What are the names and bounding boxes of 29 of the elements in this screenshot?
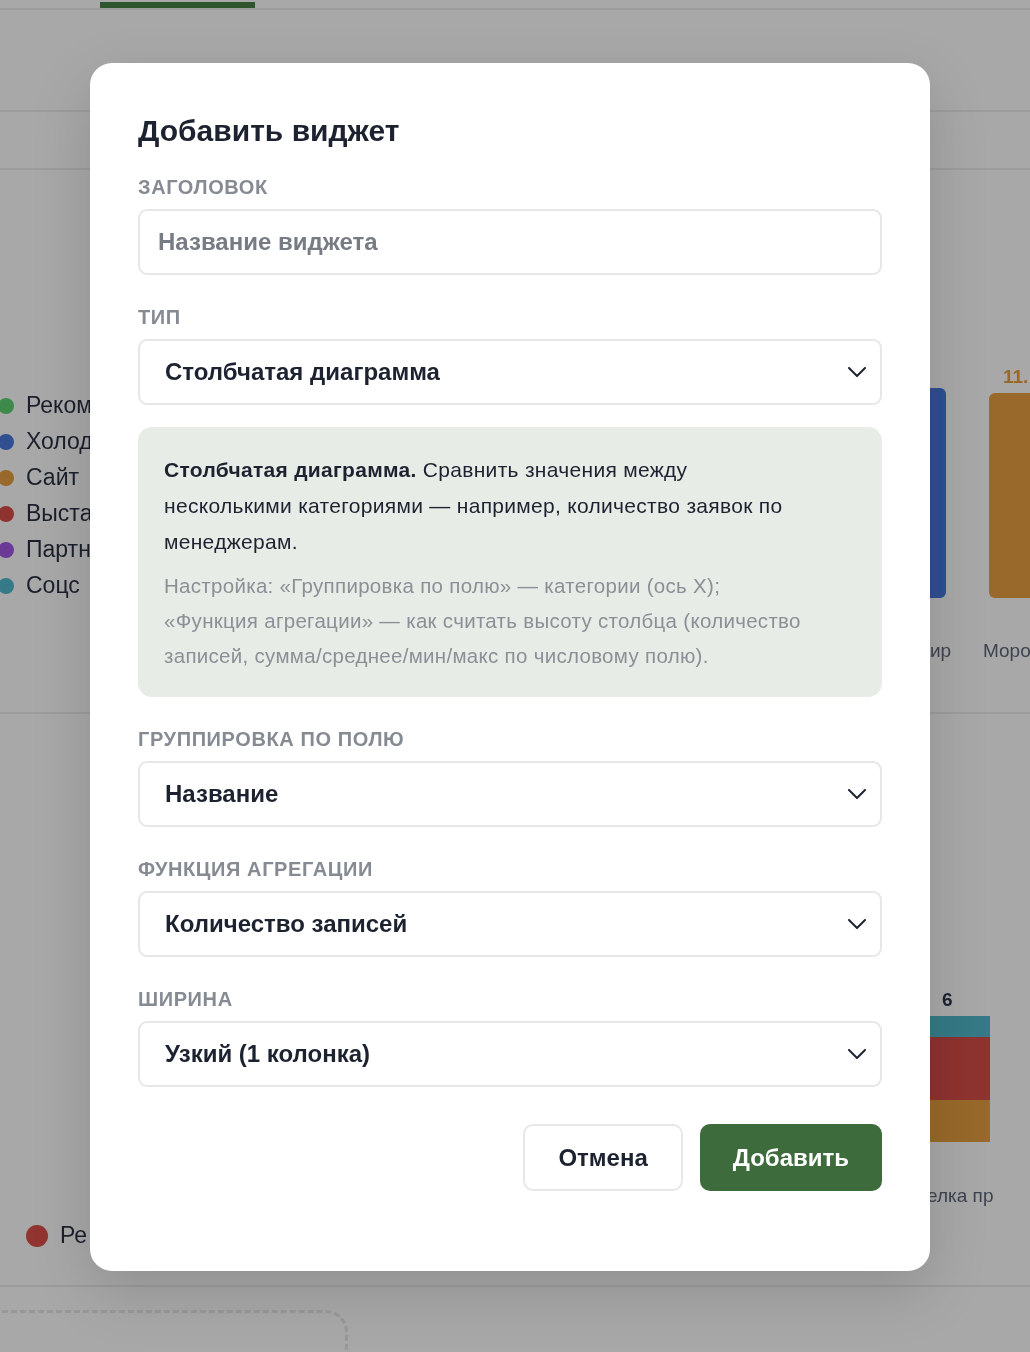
legend-label: Партн — [26, 536, 91, 563]
chevron-down-icon — [848, 1049, 866, 1059]
chevron-down-icon — [848, 919, 866, 929]
add-button[interactable]: Добавить — [699, 1124, 882, 1191]
hint-text: Настройка: «Группировка по полю» — категории (ось X); «Функция агрегации» — как считать высоту столбца (количество записей, сумма/среднее/мин/макс по числовому полю). — [164, 573, 802, 669]
legend-label: Ре — [60, 1222, 88, 1249]
legend-label: Сайт — [26, 464, 80, 491]
field-label: ГРУППИРОВКА ПО ПОЛЮ — [138, 729, 405, 749]
chevron-down-icon — [848, 367, 866, 377]
field-label: ЗАГОЛОВОК — [138, 177, 268, 197]
axis-label: Моро — [983, 640, 1030, 662]
description-text: Столбчатая диаграмма. Сравнить значения между несколькими категориями — например, количество заявок по менеджерам. — [164, 457, 784, 555]
select-field[interactable]: Количество записей — [138, 891, 882, 957]
axis-label: ир — [930, 640, 952, 662]
cancel-button[interactable]: Отмена — [523, 1124, 683, 1191]
legend-label: Реком — [26, 392, 93, 419]
bar-total: 6 — [942, 989, 953, 1011]
select-field[interactable]: Столбчатая диаграмма — [138, 339, 882, 405]
bar-value: 11. — [1003, 366, 1029, 388]
input-field[interactable]: Название виджета — [138, 209, 882, 275]
dialog-title: Добавить виджет — [138, 113, 401, 149]
legend-label: Выста — [26, 500, 93, 527]
field-label: ШИРИНА — [138, 989, 233, 1009]
legend-label: Соцс — [26, 572, 80, 599]
chevron-down-icon — [848, 789, 866, 799]
field-label: ФУНКЦИЯ АГРЕГАЦИИ — [138, 859, 373, 879]
select-field[interactable]: Название — [138, 761, 882, 827]
select-field[interactable]: Узкий (1 колонка) — [138, 1021, 882, 1087]
field-label: ТИП — [138, 307, 181, 327]
